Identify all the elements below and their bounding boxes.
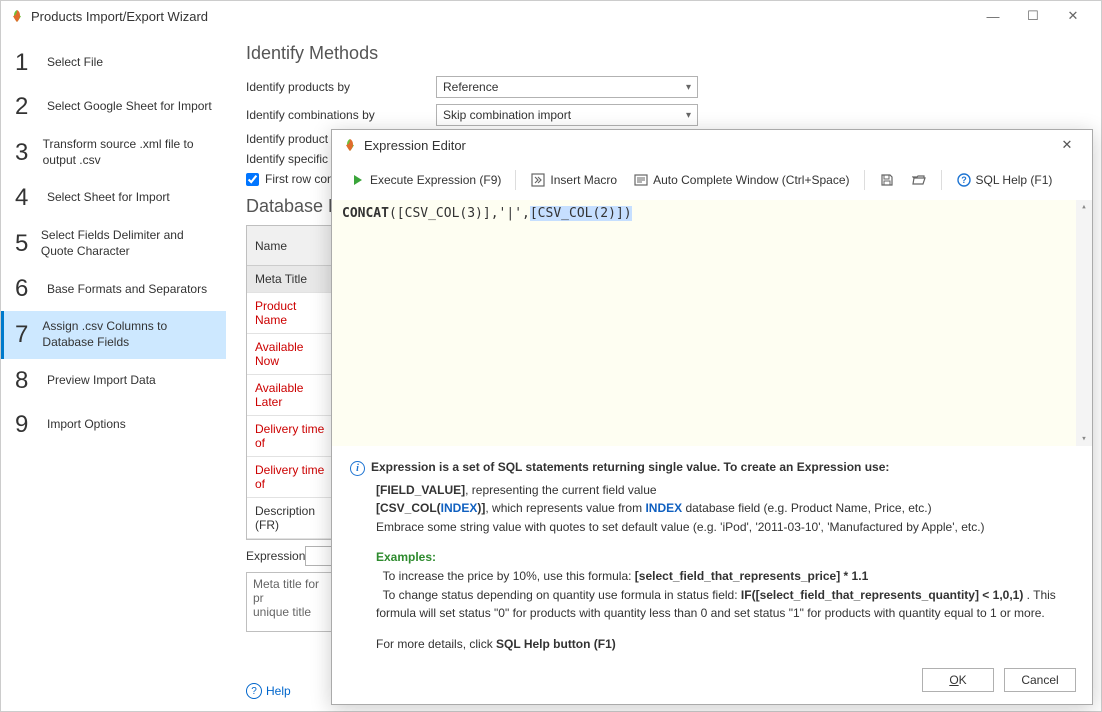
separator xyxy=(941,170,942,190)
modal-close-button[interactable]: ✕ xyxy=(1052,137,1082,153)
scrollbar[interactable]: ▴ ▾ xyxy=(1076,200,1092,446)
description-box: Meta title for pr unique title xyxy=(246,572,336,632)
folder-open-icon xyxy=(911,172,927,188)
autocomplete-icon xyxy=(633,172,649,188)
chevron-down-icon: ▾ xyxy=(686,82,691,93)
step-9[interactable]: 9Import Options xyxy=(1,403,226,447)
table-row[interactable]: Delivery time of xyxy=(247,416,335,457)
info-icon: i xyxy=(350,461,365,476)
step-1[interactable]: 1Select File xyxy=(1,41,226,85)
play-icon xyxy=(350,172,366,188)
step-2[interactable]: 2Select Google Sheet for Import xyxy=(1,85,226,129)
help-icon: ? xyxy=(956,172,972,188)
identify-products-row: Identify products by Reference▾ xyxy=(246,76,1081,98)
help-icon: ? xyxy=(246,683,262,699)
step-5[interactable]: 5Select Fields Delimiter and Quote Chara… xyxy=(1,220,226,267)
modal-toolbar: Execute Expression (F9) Insert Macro Aut… xyxy=(332,160,1092,200)
code-editor[interactable]: CONCAT([CSV_COL(3)],'|',[CSV_COL(2)]) ▴ … xyxy=(332,200,1092,446)
titlebar: Products Import/Export Wizard ― ☐ ✕ xyxy=(1,1,1101,31)
app-icon xyxy=(9,8,25,24)
info-panel: iExpression is a set of SQL statements r… xyxy=(332,446,1092,665)
auto-complete-button[interactable]: Auto Complete Window (Ctrl+Space) xyxy=(627,168,855,192)
save-icon-button[interactable] xyxy=(873,168,901,192)
macro-icon xyxy=(530,172,546,188)
modal-buttons: OK Cancel xyxy=(922,668,1076,692)
scroll-up-icon: ▴ xyxy=(1081,202,1086,212)
ok-button[interactable]: OK xyxy=(922,668,994,692)
modal-titlebar: Expression Editor ✕ xyxy=(332,130,1092,160)
table-row[interactable]: Description (FR) xyxy=(247,498,335,539)
expression-editor-modal: Expression Editor ✕ Execute Expression (… xyxy=(331,129,1093,705)
table-row[interactable]: Meta Title xyxy=(247,266,335,293)
identify-section-title: Identify Methods xyxy=(246,43,1081,64)
minimize-button[interactable]: ― xyxy=(973,4,1013,28)
table-row[interactable]: Available Now xyxy=(247,334,335,375)
window-title: Products Import/Export Wizard xyxy=(31,9,973,24)
chevron-down-icon: ▾ xyxy=(686,110,691,121)
identify-combinations-label: Identify combinations by xyxy=(246,108,436,122)
step-4[interactable]: 4Select Sheet for Import xyxy=(1,176,226,220)
table-row[interactable]: Product Name xyxy=(247,293,335,334)
maximize-button[interactable]: ☐ xyxy=(1013,4,1053,28)
expression-row: Expression xyxy=(246,546,336,566)
open-icon-button[interactable] xyxy=(905,168,933,192)
step-6[interactable]: 6Base Formats and Separators xyxy=(1,267,226,311)
insert-macro-button[interactable]: Insert Macro xyxy=(524,168,623,192)
wizard-steps-sidebar: 1Select File 2Select Google Sheet for Im… xyxy=(1,31,226,711)
help-link[interactable]: ? Help xyxy=(246,683,291,699)
name-column-header: Name xyxy=(247,226,335,266)
table-row[interactable]: Delivery time of xyxy=(247,457,335,498)
app-icon xyxy=(342,137,358,153)
svg-text:?: ? xyxy=(961,175,967,185)
identify-combinations-row: Identify combinations by Skip combinatio… xyxy=(246,104,1081,126)
first-row-checkbox-label: First row con xyxy=(265,172,334,186)
table-row[interactable]: Available Later xyxy=(247,375,335,416)
scroll-down-icon: ▾ xyxy=(1081,434,1086,444)
identify-products-dropdown[interactable]: Reference▾ xyxy=(436,76,698,98)
separator xyxy=(515,170,516,190)
window-controls: ― ☐ ✕ xyxy=(973,4,1093,28)
step-7[interactable]: 7Assign .csv Columns to Database Fields xyxy=(1,311,226,358)
database-fields-table: Name Meta Title Product Name Available N… xyxy=(246,225,336,540)
step-8[interactable]: 8Preview Import Data xyxy=(1,359,226,403)
sql-help-button[interactable]: ? SQL Help (F1) xyxy=(950,168,1059,192)
save-icon xyxy=(879,172,895,188)
first-row-checkbox[interactable] xyxy=(246,173,259,186)
execute-expression-button[interactable]: Execute Expression (F9) xyxy=(344,168,507,192)
separator xyxy=(864,170,865,190)
close-button[interactable]: ✕ xyxy=(1053,4,1093,28)
identify-products-label: Identify products by xyxy=(246,80,436,94)
cancel-button[interactable]: Cancel xyxy=(1004,668,1076,692)
modal-title: Expression Editor xyxy=(364,138,1052,153)
identify-combinations-dropdown[interactable]: Skip combination import▾ xyxy=(436,104,698,126)
expression-label: Expression xyxy=(246,549,305,563)
step-3[interactable]: 3Transform source .xml file to output .c… xyxy=(1,129,226,176)
